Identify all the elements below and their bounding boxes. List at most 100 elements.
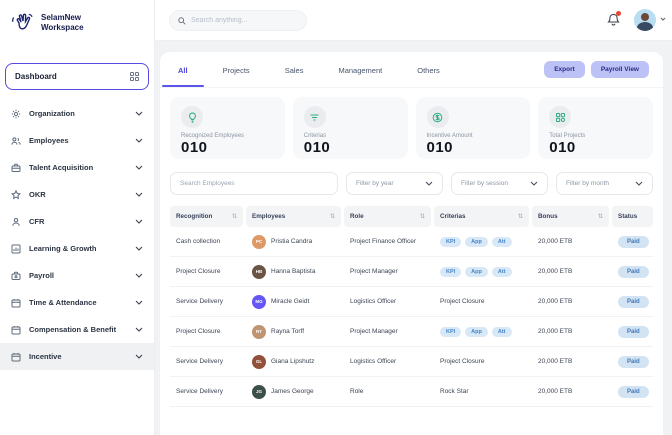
column-header-status[interactable]: Status xyxy=(612,206,653,227)
sidebar-item-employees[interactable]: Employees xyxy=(0,127,154,154)
sidebar-item-incentive[interactable]: Incentive xyxy=(0,343,154,370)
stat-recognized-employees: Recognized Employees 010 xyxy=(170,97,285,159)
tab-others[interactable]: Others xyxy=(413,53,444,87)
criteria-pill[interactable]: Att xyxy=(492,327,512,337)
status-badge: Paid xyxy=(618,386,649,398)
tabs-bar: All Projects Sales Management Others Exp… xyxy=(160,52,663,88)
user-avatar[interactable] xyxy=(634,9,656,31)
sidebar-item-okr[interactable]: OKR xyxy=(0,181,154,208)
sidebar-item-learning-growth[interactable]: Learning & Growth xyxy=(0,235,154,262)
table-row[interactable]: Service Delivery GL Giana Lipshutz Logis… xyxy=(170,347,653,377)
table-row[interactable]: Service Delivery MG Miracle Geidt Logist… xyxy=(170,287,653,317)
chevron-down-icon xyxy=(135,138,143,143)
table-row[interactable]: Project Closure HB Hanna Baptista Projec… xyxy=(170,257,653,287)
sort-icon[interactable]: ⇅ xyxy=(232,213,237,220)
export-button[interactable]: Export xyxy=(544,61,585,78)
tab-management[interactable]: Management xyxy=(334,53,386,87)
sidebar-item-talent-acquisition[interactable]: Talent Acquisition xyxy=(0,154,154,181)
filter-session-dropdown[interactable]: Filter by session xyxy=(451,172,548,195)
search-icon xyxy=(178,17,186,25)
sidebar-item-compensation-benefit[interactable]: Compensation & Benefit xyxy=(0,316,154,343)
user-menu-chevron-icon[interactable] xyxy=(660,17,666,21)
global-search[interactable] xyxy=(169,10,307,31)
recognition-cell: Cash collection xyxy=(170,238,243,245)
criterias-cell: Rock Star xyxy=(434,388,529,395)
employee-avatar: PC xyxy=(252,235,266,249)
sidebar-item-dashboard[interactable]: Dashboard xyxy=(5,63,149,90)
sidebar-item-cfr[interactable]: CFR xyxy=(0,208,154,235)
criteria-pill[interactable]: KPI xyxy=(440,327,461,337)
column-header-criterias[interactable]: Criterias⇅ xyxy=(434,206,529,227)
table-row[interactable]: Cash collection PC Pristia Candra Projec… xyxy=(170,227,653,257)
criteria-pill[interactable]: App xyxy=(465,327,488,337)
calendar-icon xyxy=(11,298,21,308)
filter-year-dropdown[interactable]: Filter by year xyxy=(346,172,443,195)
column-header-role[interactable]: Role⇅ xyxy=(344,206,431,227)
chevron-down-icon xyxy=(530,181,538,186)
criteria-pill[interactable]: Att xyxy=(492,237,512,247)
main-background: All Projects Sales Management Others Exp… xyxy=(155,41,672,435)
sidebar-menu: Organization Employees Talent Acquisitio… xyxy=(0,100,154,370)
criteria-pill[interactable]: KPI xyxy=(440,267,461,277)
status-cell: Paid xyxy=(612,326,653,338)
employee-cell: HB Hanna Baptista xyxy=(246,265,341,279)
dollar-icon xyxy=(427,106,449,128)
criterias-cell: Project Closure xyxy=(434,298,529,305)
criteria-pill[interactable]: App xyxy=(465,237,488,247)
bonus-cell: 20,000 ETB xyxy=(532,328,609,335)
grid-icon xyxy=(130,72,139,81)
calendar-icon xyxy=(11,325,21,335)
tab-all[interactable]: All xyxy=(174,53,192,87)
bonus-cell: 20,000 ETB xyxy=(532,298,609,305)
chevron-down-icon xyxy=(135,300,143,305)
criteria-pill[interactable]: KPI xyxy=(440,237,461,247)
sidebar-item-time-attendance[interactable]: Time & Attendance xyxy=(0,289,154,316)
sort-icon[interactable]: ⇅ xyxy=(598,213,603,220)
chevron-down-icon xyxy=(135,246,143,251)
stat-value: 010 xyxy=(304,139,397,156)
employee-name: Pristia Candra xyxy=(271,238,312,245)
sidebar: SelamNew Workspace Dashboard Organizatio… xyxy=(0,0,155,435)
payroll-view-button[interactable]: Payroll View xyxy=(591,61,649,78)
criterias-cell: KPI App Att xyxy=(434,237,529,247)
recognition-cell: Service Delivery xyxy=(170,358,243,365)
search-employees-input[interactable] xyxy=(170,172,338,195)
search-input[interactable] xyxy=(191,17,298,24)
status-badge: Paid xyxy=(618,296,649,308)
table-row[interactable]: Service Delivery JG James George Role Ro… xyxy=(170,377,653,407)
avatar-body xyxy=(637,22,653,31)
recognition-cell: Project Closure xyxy=(170,268,243,275)
employee-cell: JG James George xyxy=(246,385,341,399)
status-cell: Paid xyxy=(612,266,653,278)
column-header-employees[interactable]: Employees⇅ xyxy=(246,206,341,227)
sort-icon[interactable]: ⇅ xyxy=(420,213,425,220)
role-cell: Role xyxy=(344,388,431,395)
status-badge: Paid xyxy=(618,236,649,248)
bonus-cell: 20,000 ETB xyxy=(532,388,609,395)
criteria-pill[interactable]: App xyxy=(465,267,488,277)
employee-avatar: RT xyxy=(252,325,266,339)
employee-name: James George xyxy=(271,388,314,395)
employee-cell: PC Pristia Candra xyxy=(246,235,341,249)
sidebar-item-organization[interactable]: Organization xyxy=(0,100,154,127)
notification-bell-icon[interactable] xyxy=(607,13,620,27)
sort-icon[interactable]: ⇅ xyxy=(330,213,335,220)
employee-cell: GL Giana Lipshutz xyxy=(246,355,341,369)
tab-sales[interactable]: Sales xyxy=(281,53,308,87)
chart-icon xyxy=(11,244,21,254)
briefcase-icon xyxy=(11,271,21,281)
column-header-recognition[interactable]: Recognition⇅ xyxy=(170,206,243,227)
table-row[interactable]: Project Closure RT Rayna Torff Project M… xyxy=(170,317,653,347)
sort-icon[interactable]: ⇅ xyxy=(518,213,523,220)
calendar-icon xyxy=(11,352,21,362)
incentive-table: Recognition⇅ Employees⇅ Role⇅ Criterias⇅… xyxy=(170,206,653,407)
sidebar-item-payroll[interactable]: Payroll xyxy=(0,262,154,289)
chevron-down-icon xyxy=(635,181,643,186)
column-header-bonus[interactable]: Bonus⇅ xyxy=(532,206,609,227)
criterias-cell: KPI App Att xyxy=(434,327,529,337)
status-cell: Paid xyxy=(612,296,653,308)
criteria-pill[interactable]: Att xyxy=(492,267,512,277)
criterias-cell: Project Closure xyxy=(434,358,529,365)
filter-month-dropdown[interactable]: Filter by month xyxy=(556,172,653,195)
tab-projects[interactable]: Projects xyxy=(219,53,254,87)
